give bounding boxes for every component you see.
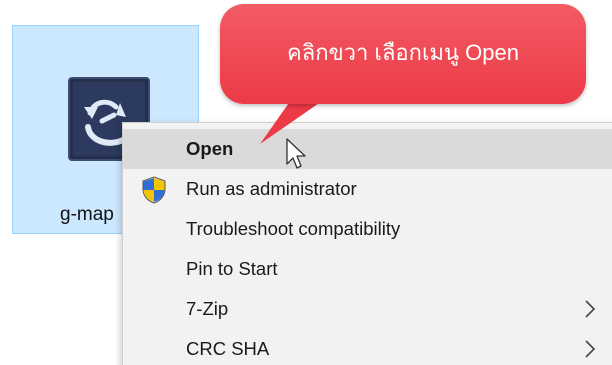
chevron-right-icon: [585, 340, 596, 358]
chevron-right-icon: [585, 300, 596, 318]
menu-item-pin-to-start[interactable]: Pin to Start: [123, 249, 612, 289]
menu-item-crc-sha[interactable]: CRC SHA: [123, 329, 612, 365]
desktop: g-map Open Run as administrator Troubles…: [0, 0, 612, 365]
menu-item-label: Troubleshoot compatibility: [186, 218, 401, 239]
menu-item-troubleshoot-compatibility[interactable]: Troubleshoot compatibility: [123, 209, 612, 249]
menu-item-open[interactable]: Open: [123, 129, 612, 169]
instruction-callout: คลิกขวา เลือกเมนู Open: [220, 4, 586, 104]
menu-item-7-zip[interactable]: 7-Zip: [123, 289, 612, 329]
menu-item-label: Run as administrator: [186, 178, 357, 199]
uac-shield-icon: [142, 176, 166, 204]
menu-item-label: Pin to Start: [186, 258, 278, 279]
file-name-label: g-map: [60, 204, 114, 225]
menu-item-run-as-administrator[interactable]: Run as administrator: [123, 169, 612, 209]
menu-item-label: Open: [186, 138, 234, 159]
context-menu: Open Run as administrator Troubleshoot c…: [122, 122, 612, 365]
mouse-pointer-icon: [286, 138, 306, 169]
callout-text: คลิกขวา เลือกเมนู Open: [287, 40, 519, 65]
menu-item-label: 7-Zip: [186, 298, 229, 319]
menu-item-label: CRC SHA: [186, 338, 270, 359]
